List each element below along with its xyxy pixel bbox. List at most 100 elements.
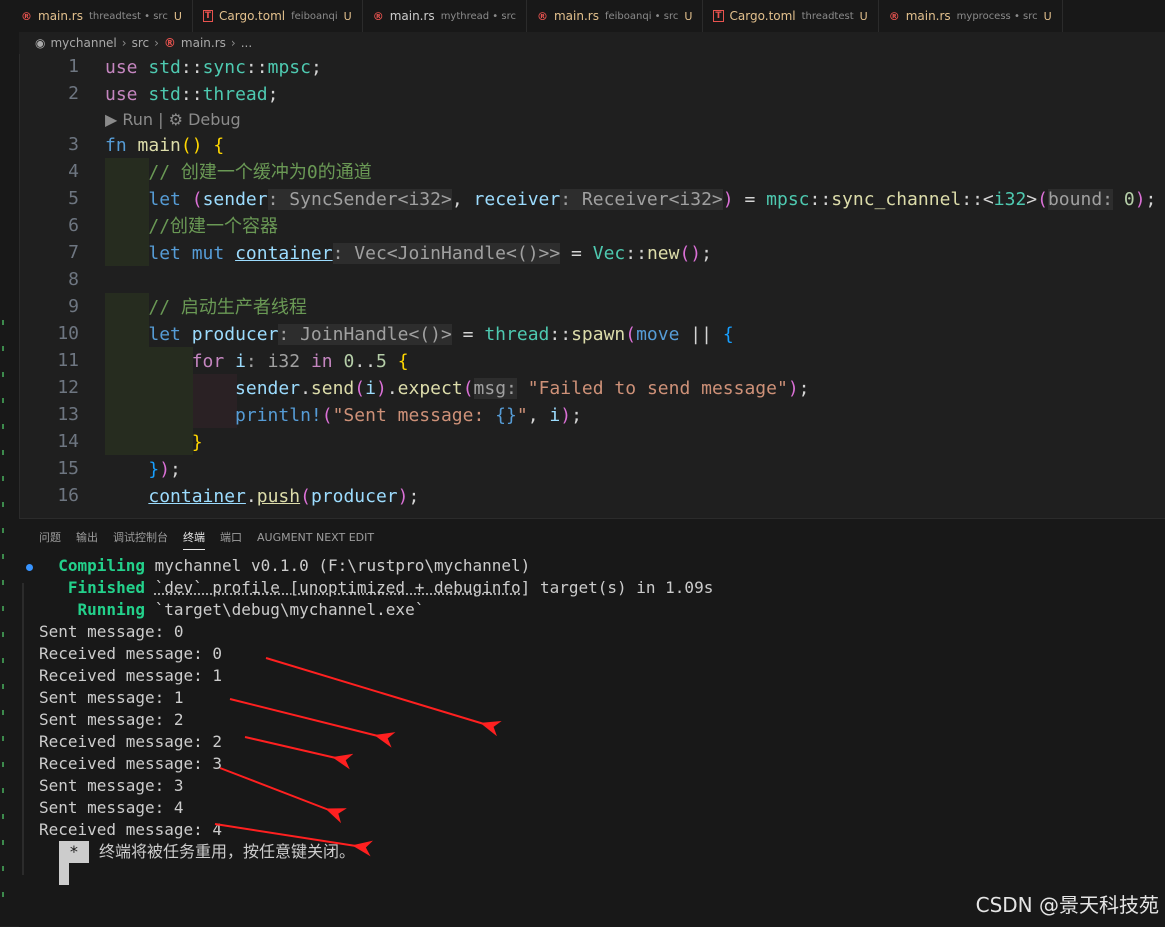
scm-change-marker [2,788,4,793]
rust-file-icon: ® [536,9,548,23]
editor-tab[interactable]: ® main.rs myprocess • src U [879,0,1063,32]
codelens[interactable]: ▶ Run | ⚙ Debug [105,106,241,133]
finished-profile: `dev` profile [unoptimized + debuginfo] [154,578,531,597]
scm-change-marker [2,684,4,689]
scm-change-marker [2,554,4,559]
line-number: 13 [57,404,79,425]
scm-change-marker [2,346,4,351]
untracked-badge: U [343,9,352,23]
breadcrumb-project[interactable]: mychannel [50,36,116,50]
editor-tab-bar: ® main.rs threadtest • src U T Cargo.toml feib… [19,0,1165,33]
editor-tab[interactable]: ® main.rs mythread • src [363,0,527,32]
code-line-5[interactable]: let (sender: SyncSender<i32>, receiver: … [105,186,1156,213]
tab-description: mythread • src [440,10,516,22]
terminal-output-line: Received message: 4 [39,820,223,839]
code-line-4[interactable]: // 创建一个缓冲为0的通道 [105,159,371,186]
untracked-badge: U [859,9,868,23]
codelens-separator: | [158,110,164,129]
code-line-11[interactable]: for i: i32 in 0..5 { [105,348,409,375]
tab-label: main.rs [389,9,435,23]
panel-tab[interactable]: 输出 [76,525,98,549]
code-line-6[interactable]: //创建一个容器 [105,213,278,240]
line-number: 16 [57,485,79,506]
line-number: 1 [68,56,79,77]
terminal-output-line: Received message: 2 [39,732,223,751]
code-line-16[interactable]: container.push(producer); [105,483,419,510]
run-codelens[interactable]: ▶ Run [105,110,153,129]
terminal-output-line: Received message: 0 [39,644,223,663]
chevron-right-icon: › [121,36,127,50]
breadcrumb-folder[interactable]: src [132,36,150,50]
editor-tab[interactable]: ® main.rs threadtest • src U [19,0,193,32]
panel-tab[interactable]: AUGMENT NEXT EDIT [257,527,374,548]
code-line-3[interactable]: fn main() { [105,132,224,159]
code-line-15[interactable]: }); [105,456,181,483]
indent-guide [105,266,149,293]
editor-tab[interactable]: ® main.rs feiboanqi • src U [527,0,704,32]
untracked-badge: U [173,9,182,23]
code-editor[interactable]: 1 2 3 4 5 6 7 8 9 10 11 12 13 14 15 16 ▶ Run | ⚙ Debug … [19,54,1165,518]
scm-change-marker [2,372,4,377]
breadcrumb-file[interactable]: main.rs [181,36,226,50]
watermark: CSDN @景天科技苑 [975,893,1159,917]
code-line-9[interactable]: // 启动生产者线程 [105,294,307,321]
scm-change-marker [2,892,4,897]
terminal-reuse-message: 终端将被任务重用，按任意键关闭。 [99,842,356,861]
scm-change-marker [2,710,4,715]
scm-change-marker [2,658,4,663]
tab-label: main.rs [553,9,599,23]
editor-tab[interactable]: T Cargo.toml feiboanqi U [193,0,363,32]
scm-change-marker [2,762,4,767]
editor-tab[interactable]: T Cargo.toml threadtest U [703,0,879,32]
terminal-output-line: Sent message: 4 [39,798,184,817]
rust-file-icon: ® [21,9,32,23]
tab-description: feiboanqi • src [604,10,679,22]
line-number: 15 [57,458,79,479]
code-line-14[interactable]: } [105,429,203,456]
panel-tab[interactable]: 问题 [39,525,61,549]
scm-change-marker [2,814,4,819]
panel-tab-bar: 问题 输出 调试控制台 终端 端口 AUGMENT NEXT EDIT [19,519,389,555]
chevron-right-icon: › [230,36,236,50]
tab-description: threadtest • src [88,10,168,22]
breadcrumb-more[interactable]: ... [241,36,252,50]
line-number: 6 [68,215,79,236]
scm-change-marker [2,528,4,533]
scm-change-marker [2,736,4,741]
command-status-dot[interactable] [26,564,33,571]
tab-label: Cargo.toml [729,9,796,23]
finished-label: Finished [67,578,145,597]
debug-codelens[interactable]: ⚙ Debug [169,110,241,129]
panel-tab[interactable]: 调试控制台 [113,525,168,549]
line-number: 5 [68,188,79,209]
code-line-10[interactable]: let producer: JoinHandle<()> = thread::s… [105,321,734,348]
tab-label: main.rs [905,9,951,23]
code-line-1[interactable]: use std::sync::mpsc; [105,54,322,81]
line-number: 4 [68,161,79,182]
bottom-panel: 问题 输出 调试控制台 终端 端口 AUGMENT NEXT EDIT Compiling… [19,518,1165,927]
toml-file-icon: T [713,10,724,22]
untracked-badge: U [684,9,693,23]
terminal-cursor [59,863,69,885]
line-number: 10 [57,323,79,344]
tab-description: feiboanqi [291,10,338,22]
terminal-output-line: Sent message: 3 [39,776,184,795]
scm-change-marker [2,398,4,403]
compiling-label: Compiling [58,556,145,575]
terminal-output-line: Received message: 3 [39,754,223,773]
line-number: 2 [68,83,79,104]
tab-description: threadtest [801,10,854,22]
activity-strip [0,0,20,926]
terminal[interactable]: Compiling mychannel v0.1.0 (F:\rustpro\m… [22,555,1159,925]
panel-tab[interactable]: 终端 [183,525,205,550]
project-icon: ◉ [35,36,46,50]
untracked-badge: U [1043,9,1052,23]
panel-tab[interactable]: 端口 [220,525,242,549]
code-line-13[interactable]: println!("Sent message: {}", i); [105,402,582,429]
line-number: 9 [68,296,79,317]
code-line-7[interactable]: let mut container: Vec<JoinHandle<()>> =… [105,240,712,267]
line-number: 3 [68,134,79,155]
code-line-2[interactable]: use std::thread; [105,81,278,108]
running-label: Running [77,600,145,619]
code-line-12[interactable]: sender.send(i).expect(msg: "Failed to se… [105,375,810,402]
